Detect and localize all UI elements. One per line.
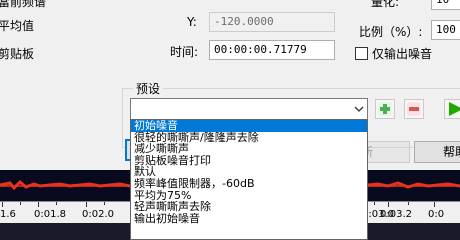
ruler-tick [374, 202, 375, 205]
average-label: 平均值 [0, 19, 35, 33]
only-noise-checkbox[interactable] [355, 47, 368, 60]
noise-reduction-dialog: 當前频谱 平均值 剪贴板 Y: -120.0000 时间: 00:00:00.7… [0, 0, 460, 240]
ruler-tick [104, 202, 105, 205]
minus-icon [407, 102, 421, 116]
only-noise-label: 仅输出噪音 [372, 47, 433, 61]
preset-dropdown-button[interactable] [350, 99, 367, 119]
preset-combobox[interactable] [130, 98, 368, 120]
ruler-tick [388, 202, 389, 207]
plus-icon [378, 102, 392, 116]
preset-option[interactable]: 频率峰值限制器，-60dB [131, 178, 367, 190]
ruler-label: 0:02.0 [82, 209, 114, 220]
preset-option[interactable]: 平均为75% [131, 190, 367, 202]
preset-option[interactable]: 剪贴板噪音打印 [131, 155, 367, 167]
waveform-graphic [0, 179, 130, 191]
waveform-graphic-right [368, 181, 460, 189]
ruler-label: 0:0 [428, 209, 445, 220]
y-value-field: -120.0000 [209, 12, 335, 32]
bottom-strip-right [368, 223, 460, 240]
preset-option[interactable]: 很轻的嘶嘶声/隆隆声去除 [131, 132, 367, 144]
time-ruler-right: 0:03.0 0:03.2 0:0 [362, 201, 460, 223]
play-button[interactable] [444, 99, 460, 119]
bottom-strip-left [0, 223, 130, 240]
preset-option[interactable]: 输出初始噪音 [131, 213, 367, 225]
preset-option[interactable]: 初始噪音 [131, 120, 367, 132]
quantize-field[interactable]: 10 [431, 0, 460, 10]
ruler-label: 1.6 [0, 209, 16, 220]
ruler-tick [2, 202, 3, 207]
add-preset-button[interactable] [375, 99, 395, 119]
preset-group-label: 预设 [133, 80, 164, 97]
time-value-field[interactable]: 00:00:00.71779 [209, 40, 335, 60]
ruler-tick [20, 202, 21, 205]
ruler-tick [434, 202, 435, 207]
ruler-tick [408, 202, 409, 205]
play-icon [449, 102, 460, 116]
preset-option[interactable]: 减少嘶嘶声 [131, 143, 367, 155]
clipboard-label: 剪贴板 [0, 47, 35, 61]
ruler-label: 0:03.2 [380, 209, 412, 220]
ratio-field[interactable]: 100 [431, 20, 460, 40]
preset-dropdown-list[interactable]: 初始噪音 很轻的嘶嘶声/隆隆声去除 减少嘶嘶声 剪贴板噪音打印 默认 频率峰值限… [130, 119, 368, 240]
ratio-label: 比例（%）: [359, 25, 423, 39]
chevron-down-icon [354, 106, 364, 112]
current-spectrum-label: 當前频谱 [0, 0, 47, 9]
waveform-left [0, 170, 130, 201]
waveform-right [368, 170, 460, 201]
ruler-tick [86, 202, 87, 207]
quantize-label: 量化: [371, 0, 400, 9]
ruler-label: 0:01.8 [34, 209, 66, 220]
y-label: Y: [187, 15, 197, 29]
ruler-tick [56, 202, 57, 205]
help-button[interactable]: 帮助 [414, 141, 460, 163]
time-label: 时间: [170, 45, 199, 59]
remove-preset-button[interactable] [404, 99, 424, 119]
ruler-tick [38, 202, 39, 207]
time-ruler-left: 1.6 0:01.8 0:02.0 [0, 201, 130, 223]
preset-option[interactable]: 轻声嘶嘶声去除 [131, 201, 367, 213]
preset-option[interactable]: 默认 [131, 166, 367, 178]
